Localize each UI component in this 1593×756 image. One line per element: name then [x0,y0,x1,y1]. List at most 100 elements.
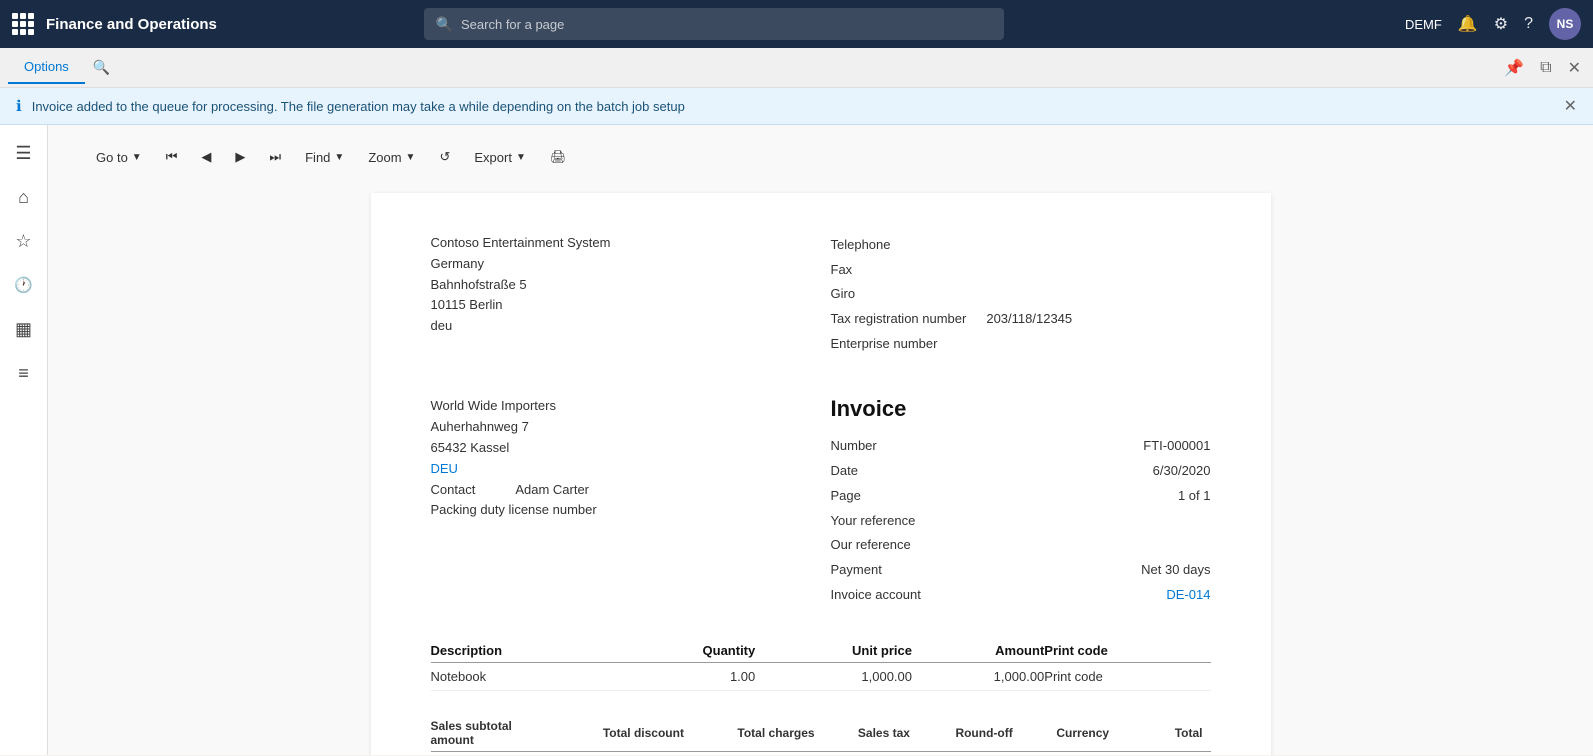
avatar[interactable]: NS [1549,8,1581,40]
refresh-button[interactable]: ↺ [431,145,458,169]
summary-charges-value: 0.00 [692,752,823,755]
meta-your-ref-row: Your reference [831,509,1211,534]
recipient-section: World Wide Importers Auherhahnweg 7 6543… [431,396,1211,607]
search-bar[interactable]: 🔍 [424,8,1004,40]
col-quantity: Quantity [617,639,755,663]
export-button[interactable]: Export ▼ [466,146,533,169]
line-items-table: Description Quantity Unit price Amount P… [431,639,1211,691]
main-layout: ☰ ⌂ ☆ 🕐 ▦ ≡ Go to ▼ ⏮ ◀ ▶ ⏭ Find ▼ Zoom … [0,125,1593,755]
zoom-label: Zoom [368,150,401,165]
invoice-header: Contoso Entertainment System Germany Bah… [431,233,1211,356]
nav-last-button[interactable]: ⏭ [261,145,289,169]
sidebar-item-menu[interactable]: ☰ [4,133,44,173]
sidebar-item-favorites[interactable]: ☆ [4,221,44,261]
col-print-code: Print code [1044,639,1210,663]
summary-col-currency: Currency [1021,715,1117,752]
summary-currency-value: EUR [1021,752,1117,755]
meta-number-row: Number FTI-000001 [831,434,1211,459]
goto-chevron: ▼ [132,152,142,163]
summary-roundoff-value: 0.00 [918,752,1021,755]
zoom-button[interactable]: Zoom ▼ [360,146,423,169]
notification-icon[interactable]: 🔔 [1458,14,1478,34]
col-unit-price: Unit price [755,639,912,663]
search-input[interactable] [461,17,992,32]
seller-street: Bahnhofstraße 5 [431,275,811,296]
meta-date-row: Date 6/30/2020 [831,459,1211,484]
find-chevron: ▼ [334,152,344,163]
info-close-button[interactable]: ✕ [1564,96,1577,116]
item-print-code: Print code [1044,663,1210,691]
tab-options[interactable]: Options [8,51,85,84]
seller-locale: deu [431,316,811,337]
meta-payment-row: Payment Net 30 days [831,558,1211,583]
item-unit-price: 1,000.00 [755,663,912,691]
meta-page-row: Page 1 of 1 [831,484,1211,509]
buyer-contact-row: Contact Adam Carter [431,480,811,501]
content-area: Go to ▼ ⏮ ◀ ▶ ⏭ Find ▼ Zoom ▼ ↺ Export ▼… [48,125,1593,755]
buyer-info: World Wide Importers Auherhahnweg 7 6543… [431,396,811,607]
tab-bar: Options 🔍 📌 ⧉ ✕ [0,48,1593,88]
top-navbar: Finance and Operations 🔍 DEMF 🔔 ⚙ ? NS [0,0,1593,48]
buyer-street: Auherhahnweg 7 [431,417,811,438]
buyer-company: World Wide Importers [431,396,811,417]
help-icon[interactable]: ? [1524,15,1533,33]
seller-country: Germany [431,254,811,275]
print-button[interactable]: 🖨 [542,145,575,169]
export-label: Export [474,150,512,165]
sidebar-item-list[interactable]: ≡ [4,353,44,393]
sidebar-item-home[interactable]: ⌂ [4,177,44,217]
invoice-title: Invoice [831,396,1211,422]
summary-discount-value: 0.00 [556,752,692,755]
summary-row: 1,000.00 0.00 0.00 190.00 0.00 EUR 1,190… [431,752,1211,755]
col-description: Description [431,639,618,663]
table-row: Notebook 1.00 1,000.00 1,000.00 Print co… [431,663,1211,691]
item-description: Notebook [431,663,618,691]
app-grid-icon[interactable] [12,13,34,35]
find-button[interactable]: Find ▼ [297,146,352,169]
close-icon[interactable]: ✕ [1564,54,1585,82]
zoom-chevron: ▼ [406,152,416,163]
summary-table: Sales subtotal amount Total discount Tot… [431,715,1211,755]
info-bar: ℹ Invoice added to the queue for process… [0,88,1593,125]
meta-invoice-account-row: Invoice account DE-014 [831,583,1211,608]
summary-col-total: Total [1117,715,1210,752]
enterprise-row: Enterprise number [831,332,1211,357]
sidebar: ☰ ⌂ ☆ 🕐 ▦ ≡ [0,125,48,755]
tab-search-icon[interactable]: 🔍 [93,59,110,76]
sidebar-item-workspaces[interactable]: ▦ [4,309,44,349]
packing-row: Packing duty license number [431,500,811,521]
settings-icon[interactable]: ⚙ [1494,14,1508,34]
goto-label: Go to [96,150,128,165]
item-amount: 1,000.00 [912,663,1044,691]
nav-first-button[interactable]: ⏮ [158,145,186,169]
summary-col-charges: Total charges [692,715,823,752]
meta-our-ref-row: Our reference [831,533,1211,558]
buyer-country-link[interactable]: DEU [431,459,811,480]
nav-next-button[interactable]: ▶ [227,145,253,169]
export-chevron: ▼ [516,152,526,163]
summary-section: Sales subtotal amount Total discount Tot… [431,715,1211,755]
pin-icon[interactable]: 📌 [1500,54,1528,82]
sidebar-item-recent[interactable]: 🕐 [4,265,44,305]
new-window-icon[interactable]: ⧉ [1536,55,1555,81]
goto-button[interactable]: Go to ▼ [88,146,150,169]
seller-city: 10115 Berlin [431,295,811,316]
seller-company: Contoso Entertainment System [431,233,811,254]
fax-row: Fax [831,258,1211,283]
buyer-city: 65432 Kassel [431,438,811,459]
info-message: Invoice added to the queue for processin… [32,99,685,114]
summary-col-tax: Sales tax [823,715,918,752]
toolbar: Go to ▼ ⏮ ◀ ▶ ⏭ Find ▼ Zoom ▼ ↺ Export ▼… [88,145,1553,169]
summary-col-roundoff: Round-off [918,715,1021,752]
search-icon: 🔍 [436,16,453,33]
summary-total-value: 1,190.00 [1117,752,1210,755]
environment-label: DEMF [1405,17,1442,32]
nav-right: DEMF 🔔 ⚙ ? NS [1405,8,1581,40]
invoice-meta: Invoice Number FTI-000001 Date 6/30/2020… [831,396,1211,607]
summary-col-discount: Total discount [556,715,692,752]
find-label: Find [305,150,330,165]
item-quantity: 1.00 [617,663,755,691]
telephone-row: Telephone [831,233,1211,258]
app-title: Finance and Operations [46,16,217,33]
nav-prev-button[interactable]: ◀ [193,145,219,169]
